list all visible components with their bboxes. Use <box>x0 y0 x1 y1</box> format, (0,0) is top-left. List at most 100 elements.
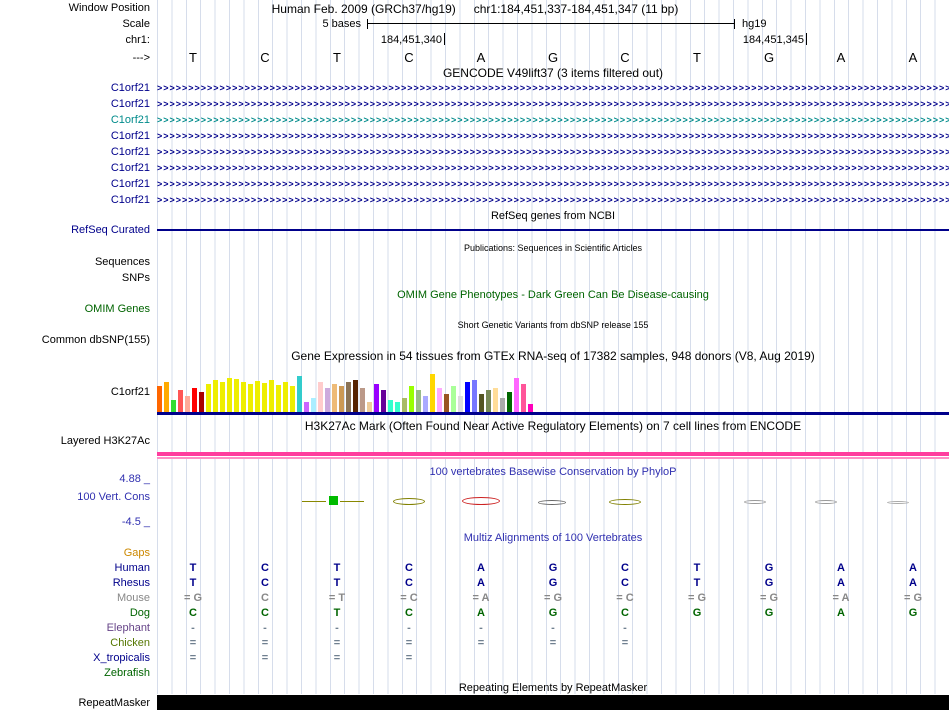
gene-transcript-line[interactable]: >>>>>>>>>>>>>>>>>>>>>>>>>>>>>>>>>>>>>>>>… <box>157 192 949 208</box>
alignment-base: T <box>189 562 197 574</box>
gtex-tissue-bar[interactable] <box>283 382 288 412</box>
repeatmasker-track-label[interactable]: RepeatMasker <box>0 697 150 710</box>
gtex-tissue-bar[interactable] <box>318 382 323 412</box>
gene-transcript-line[interactable]: >>>>>>>>>>>>>>>>>>>>>>>>>>>>>>>>>>>>>>>>… <box>157 112 949 128</box>
gtex-tissue-bar[interactable] <box>262 383 267 412</box>
gene-transcript-line[interactable]: >>>>>>>>>>>>>>>>>>>>>>>>>>>>>>>>>>>>>>>>… <box>157 96 949 112</box>
gtex-tissue-bar[interactable] <box>325 388 330 412</box>
gtex-tissue-bar[interactable] <box>178 390 183 412</box>
gene-label[interactable]: C1orf21 <box>0 128 150 144</box>
gtex-tissue-bar[interactable] <box>437 388 442 412</box>
alignment-base: - <box>263 622 267 634</box>
gtex-tissue-bar[interactable] <box>507 392 512 412</box>
species-label[interactable]: X_tropicalis <box>0 651 150 666</box>
gtex-tissue-bar[interactable] <box>444 394 449 412</box>
species-label[interactable]: Elephant <box>0 621 150 636</box>
scale-bar <box>367 19 735 29</box>
gtex-tissue-bar[interactable] <box>423 396 428 412</box>
species-label[interactable]: Gaps <box>0 546 150 561</box>
gene-transcript-line[interactable]: >>>>>>>>>>>>>>>>>>>>>>>>>>>>>>>>>>>>>>>>… <box>157 176 949 192</box>
species-label[interactable]: Mouse <box>0 591 150 606</box>
gene-label[interactable]: C1orf21 <box>0 160 150 176</box>
gtex-tissue-bar[interactable] <box>514 378 519 412</box>
gtex-tissue-bar[interactable] <box>479 394 484 412</box>
gtex-tissue-bar[interactable] <box>241 382 246 412</box>
refseq-track-title: RefSeq genes from NCBI <box>490 210 616 222</box>
gtex-tissue-bar[interactable] <box>346 382 351 412</box>
gtex-tissue-bar[interactable] <box>451 386 456 412</box>
gtex-tissue-bar[interactable] <box>290 386 295 412</box>
gtex-tissue-bar[interactable] <box>332 384 337 412</box>
gtex-tissue-bar[interactable] <box>409 386 414 412</box>
species-label[interactable]: Dog <box>0 606 150 621</box>
gtex-tissue-bar[interactable] <box>500 398 505 412</box>
gtex-tissue-bar[interactable] <box>465 382 470 412</box>
gtex-tissue-bar[interactable] <box>381 390 386 412</box>
gtex-tissue-bar[interactable] <box>269 380 274 412</box>
gtex-tissue-bar[interactable] <box>185 396 190 412</box>
gtex-tissue-bar[interactable] <box>528 404 533 412</box>
dbsnp-track-label[interactable]: Common dbSNP(155) <box>0 334 150 347</box>
gtex-tissue-bar[interactable] <box>304 402 309 412</box>
gene-label[interactable]: C1orf21 <box>0 144 150 160</box>
omim-genes-label[interactable]: OMIM Genes <box>0 303 150 316</box>
gtex-tissue-bar[interactable] <box>297 376 302 412</box>
gtex-gene-label[interactable]: C1orf21 <box>0 386 150 399</box>
gtex-tissue-bar[interactable] <box>360 388 365 412</box>
alignment-base <box>661 546 733 561</box>
gtex-tissue-bar[interactable] <box>311 398 316 412</box>
gtex-tissue-bar[interactable] <box>472 380 477 412</box>
gtex-tissue-bar[interactable] <box>192 388 197 412</box>
refseq-gene-item[interactable] <box>157 229 949 231</box>
gtex-tissue-bar[interactable] <box>255 381 260 412</box>
gene-transcript-line[interactable]: >>>>>>>>>>>>>>>>>>>>>>>>>>>>>>>>>>>>>>>>… <box>157 144 949 160</box>
phylop-track-label[interactable]: 100 Vert. Cons <box>0 491 150 504</box>
gtex-tissue-bar[interactable] <box>157 386 162 412</box>
snps-track-label[interactable]: SNPs <box>0 272 150 285</box>
gene-transcript-line[interactable]: >>>>>>>>>>>>>>>>>>>>>>>>>>>>>>>>>>>>>>>>… <box>157 128 949 144</box>
species-label[interactable]: Rhesus <box>0 576 150 591</box>
gtex-expression-barchart[interactable] <box>157 368 949 412</box>
gene-label[interactable]: C1orf21 <box>0 192 150 208</box>
gtex-tissue-bar[interactable] <box>248 384 253 412</box>
species-label[interactable]: Zebrafish <box>0 666 150 681</box>
gtex-tissue-bar[interactable] <box>493 388 498 412</box>
gtex-tissue-bar[interactable] <box>339 386 344 412</box>
species-label[interactable]: Chicken <box>0 636 150 651</box>
repeatmasker-repeat-element[interactable] <box>157 695 949 710</box>
gtex-tissue-bar[interactable] <box>374 384 379 412</box>
gtex-tissue-bar[interactable] <box>213 380 218 412</box>
h3k27ac-track-label[interactable]: Layered H3K27Ac <box>0 435 150 448</box>
gtex-tissue-bar[interactable] <box>486 390 491 412</box>
gtex-tissue-bar[interactable] <box>402 398 407 412</box>
gtex-tissue-bar[interactable] <box>458 396 463 412</box>
gtex-tissue-bar[interactable] <box>276 385 281 412</box>
gene-label[interactable]: C1orf21 <box>0 112 150 128</box>
refseq-curated-label[interactable]: RefSeq Curated <box>0 224 150 237</box>
gene-label[interactable]: C1orf21 <box>0 80 150 96</box>
sequences-track-label[interactable]: Sequences <box>0 256 150 269</box>
phylop-track-title: 100 vertebrates Basewise Conservation by… <box>429 466 677 478</box>
gtex-tissue-bar[interactable] <box>521 384 526 412</box>
gene-label[interactable]: C1orf21 <box>0 96 150 112</box>
gtex-tissue-bar[interactable] <box>227 378 232 412</box>
gtex-tissue-bar[interactable] <box>220 382 225 412</box>
gtex-tissue-bar[interactable] <box>164 382 169 412</box>
gene-label[interactable]: C1orf21 <box>0 176 150 192</box>
gtex-tissue-bar[interactable] <box>367 402 372 412</box>
gtex-tissue-bar[interactable] <box>171 400 176 412</box>
gtex-tissue-bar[interactable] <box>388 400 393 412</box>
gtex-tissue-bar[interactable] <box>234 379 239 412</box>
gtex-tissue-bar[interactable] <box>206 384 211 412</box>
gene-transcript-line[interactable]: >>>>>>>>>>>>>>>>>>>>>>>>>>>>>>>>>>>>>>>>… <box>157 160 949 176</box>
gtex-tissue-bar[interactable] <box>199 392 204 412</box>
h3k27ac-signal[interactable] <box>157 452 949 459</box>
gene-transcript-line[interactable]: >>>>>>>>>>>>>>>>>>>>>>>>>>>>>>>>>>>>>>>>… <box>157 80 949 96</box>
gtex-tissue-bar[interactable] <box>416 390 421 412</box>
alignment-base: A <box>837 577 845 589</box>
gtex-tissue-bar[interactable] <box>430 374 435 412</box>
gtex-tissue-bar[interactable] <box>395 402 400 412</box>
species-label[interactable]: Human <box>0 561 150 576</box>
gtex-tissue-bar[interactable] <box>353 380 358 412</box>
alignment-base <box>661 636 733 651</box>
